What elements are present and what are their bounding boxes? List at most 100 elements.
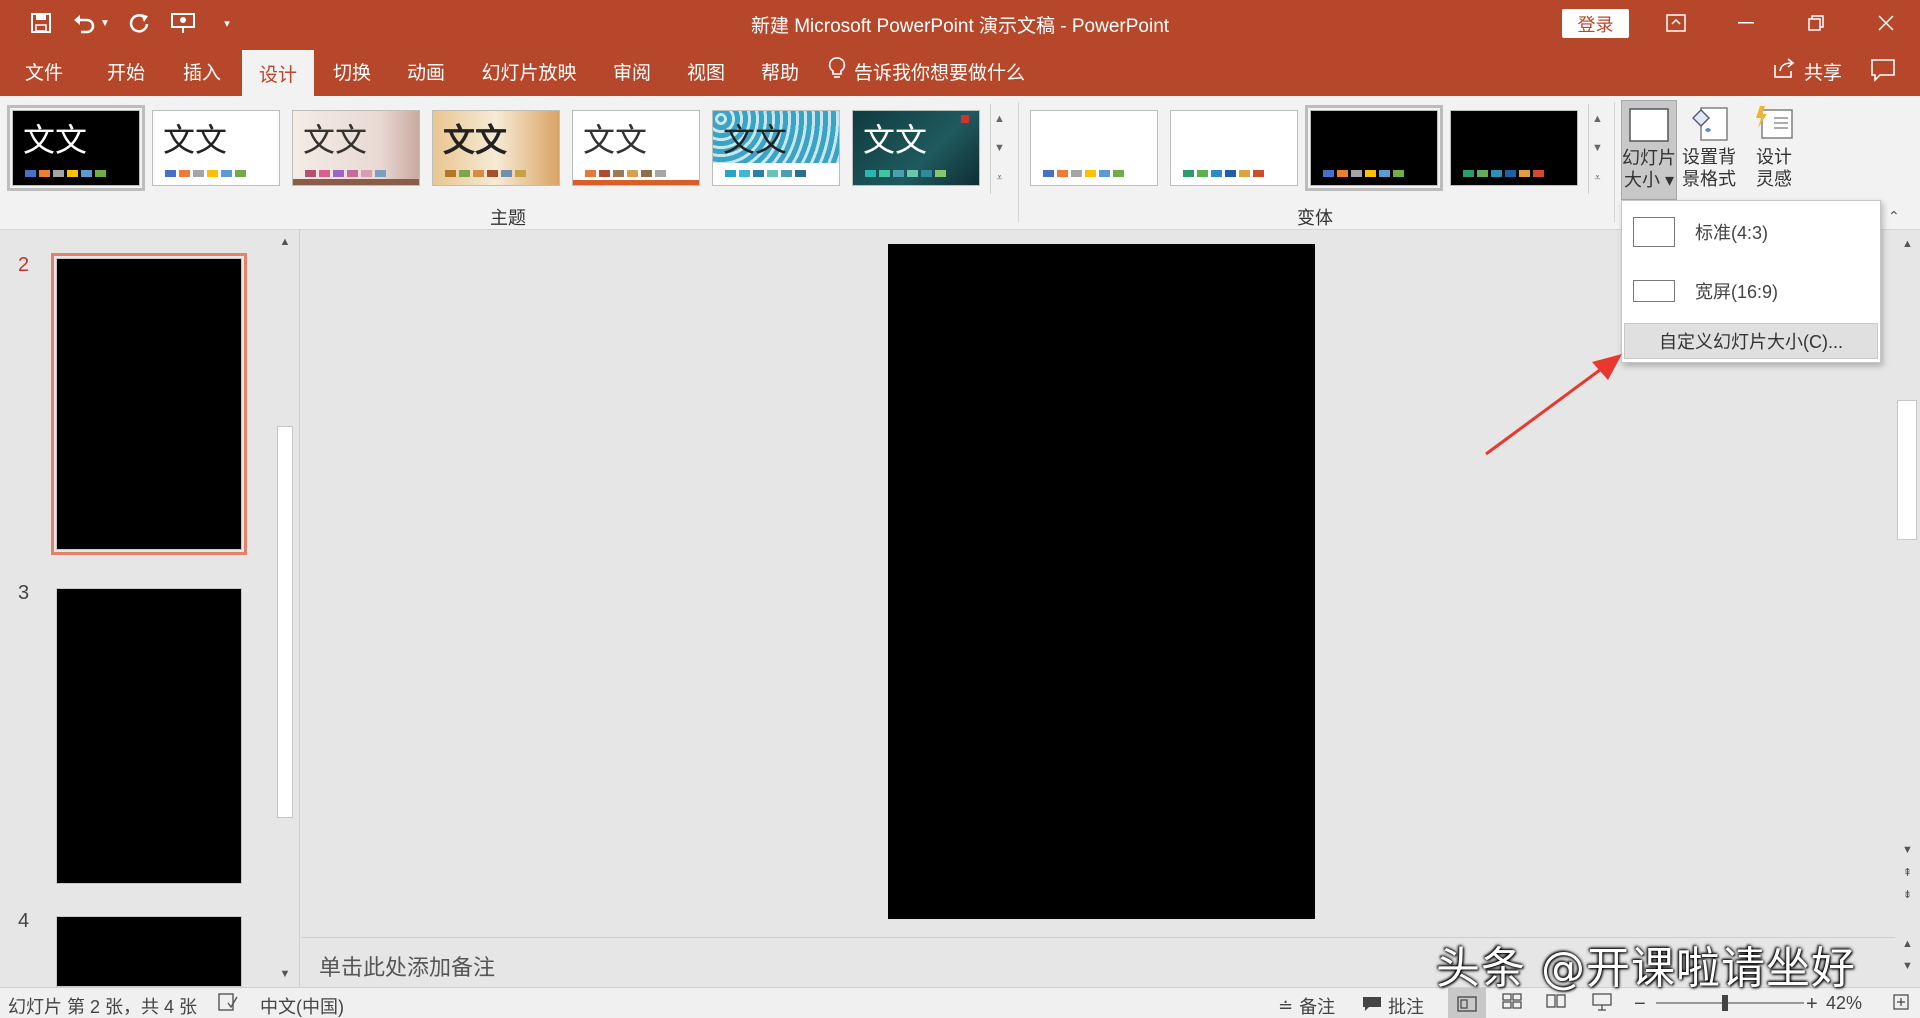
scroll-down-icon[interactable]: ▼ — [1895, 956, 1920, 976]
more-themes-icon[interactable]: ⩡ — [996, 172, 1002, 185]
spellcheck-icon[interactable] — [218, 993, 238, 1011]
variant-1[interactable] — [1030, 110, 1158, 186]
slide-number: 2 — [18, 254, 30, 276]
slide-thumbnail-panel: 2 3 4 ▲ ▼ — [0, 230, 300, 987]
customize-qat-icon[interactable]: ▾ — [212, 8, 242, 38]
more-variants-icon[interactable]: ⩡ — [1594, 172, 1600, 185]
ribbon-display-options-icon[interactable] — [1646, 0, 1706, 46]
slide-size-dropdown: 标准(4:3) 宽屏(16:9) 自定义幻灯片大小(C)... — [1621, 200, 1881, 363]
comment-icon — [1362, 996, 1382, 1017]
group-divider — [1614, 102, 1615, 222]
close-icon[interactable] — [1856, 0, 1916, 46]
variant-4[interactable] — [1450, 110, 1578, 186]
undo-icon[interactable] — [70, 8, 100, 38]
tab-insert[interactable]: 插入 — [168, 46, 236, 96]
scroll-up-icon[interactable]: ▲ — [1592, 113, 1603, 125]
design-ideas-icon — [1756, 106, 1793, 139]
tab-view[interactable]: 视图 — [672, 46, 740, 96]
slide-size-standard[interactable]: 标准(4:3) — [1622, 204, 1880, 260]
slide-size-button[interactable]: 幻灯片 大小 ▾ — [1621, 100, 1677, 200]
tab-home[interactable]: 开始 — [92, 46, 160, 96]
save-icon[interactable] — [26, 8, 56, 38]
window-title: 新建 Microsoft PowerPoint 演示文稿 - PowerPoin… — [750, 16, 1170, 37]
themes-gallery-scroll[interactable]: ▲ ▼ ⩡ — [990, 104, 1008, 194]
notes-icon: ≐ — [1278, 995, 1294, 1016]
slide-size-icon — [1629, 108, 1669, 142]
zoom-in-icon[interactable]: + — [1806, 993, 1818, 1016]
language-indicator[interactable]: 中文(中国) — [260, 993, 344, 1018]
scroll-up-icon[interactable]: ▲ — [274, 232, 296, 252]
share-button[interactable]: 共享 — [1772, 46, 1842, 96]
fit-slide-icon[interactable] — [1892, 993, 1910, 1011]
notes-placeholder: 单击此处添加备注 — [319, 955, 496, 980]
theme-ion[interactable]: 文文 — [572, 110, 700, 186]
zoom-level[interactable]: 42% — [1826, 993, 1862, 1014]
tab-help[interactable]: 帮助 — [746, 46, 814, 96]
theme-wood[interactable]: 文文 — [432, 110, 560, 186]
scrollbar-thumb[interactable] — [277, 426, 293, 818]
zoom-out-icon[interactable]: − — [1634, 993, 1646, 1016]
scroll-up-icon[interactable]: ▲ — [994, 113, 1005, 125]
ribbon-tabs: 文件 开始 插入 设计 切换 动画 幻灯片放映 审阅 视图 帮助 告诉我你想要做… — [0, 46, 1920, 96]
red-arrow-annotation — [1485, 354, 1622, 456]
tab-file[interactable]: 文件 — [10, 46, 78, 96]
widescreen-ratio-icon — [1633, 280, 1675, 302]
custom-slide-size[interactable]: 自定义幻灯片大小(C)... — [1624, 323, 1878, 359]
tell-me-text: 告诉我你想要做什么 — [854, 62, 1026, 84]
slide-size-widescreen[interactable]: 宽屏(16:9) — [1622, 263, 1880, 319]
design-ideas-button[interactable]: 设计 灵感 — [1744, 100, 1804, 200]
tab-review[interactable]: 审阅 — [598, 46, 666, 96]
editor-scrollbar[interactable]: ▲ ▼ ⇞ ⇟ ▲ ▼ — [1895, 230, 1920, 987]
zoom-slider[interactable] — [1656, 995, 1804, 1011]
zoom-slider-thumb[interactable] — [1722, 995, 1728, 1011]
share-label: 共享 — [1804, 62, 1843, 84]
scroll-down-icon[interactable]: ▼ — [994, 142, 1005, 154]
variants-group-label: 变体 — [1297, 208, 1333, 228]
theme-facet[interactable]: 文文 — [292, 110, 420, 186]
collapse-ribbon-icon[interactable]: ⌃ — [1888, 208, 1900, 225]
slide-number: 3 — [18, 582, 30, 604]
tell-me-search[interactable]: 告诉我你想要做什么 — [828, 46, 1025, 96]
theme-office[interactable]: 文文 — [152, 110, 280, 186]
slide-thumbnail-4[interactable] — [56, 916, 242, 987]
slide-thumbnail-2[interactable] — [51, 253, 247, 555]
scroll-down-icon[interactable]: ▼ — [1895, 840, 1920, 860]
themes-group-label: 主题 — [490, 208, 526, 228]
tab-design[interactable]: 设计 — [242, 50, 314, 96]
standard-ratio-icon — [1633, 217, 1675, 247]
share-icon — [1772, 57, 1796, 85]
notes-toggle[interactable]: ≐ 备注 — [1278, 993, 1335, 1018]
scroll-down-icon[interactable]: ▼ — [1592, 142, 1603, 154]
variants-gallery-scroll[interactable]: ▲ ▼ ⩡ — [1588, 104, 1606, 194]
scroll-down-icon[interactable]: ▼ — [274, 964, 296, 984]
title-bar: ▼ ▾ 新建 Microsoft PowerPoint 演示文稿 - Power… — [0, 0, 1920, 46]
restore-icon[interactable] — [1786, 0, 1846, 46]
scroll-up-icon[interactable]: ▲ — [1895, 934, 1920, 954]
slide-canvas[interactable] — [888, 244, 1315, 919]
thumbnail-scrollbar[interactable]: ▲ ▼ — [274, 230, 296, 987]
login-button[interactable]: 登录 — [1562, 9, 1629, 38]
format-background-icon — [1692, 107, 1728, 141]
redo-icon[interactable] — [124, 8, 154, 38]
scrollbar-thumb[interactable] — [1897, 400, 1917, 540]
present-icon[interactable] — [168, 8, 198, 38]
minimize-icon[interactable] — [1716, 0, 1776, 46]
previous-slide-icon[interactable]: ⇞ — [1895, 862, 1920, 882]
tab-animations[interactable]: 动画 — [392, 46, 460, 96]
slide-number: 4 — [18, 910, 30, 932]
undo-dropdown-icon[interactable]: ▼ — [98, 8, 112, 38]
theme-teal[interactable]: 文文 — [852, 110, 980, 186]
variant-2[interactable] — [1170, 110, 1298, 186]
tab-transitions[interactable]: 切换 — [318, 46, 386, 96]
format-background-button[interactable]: 设置背 景格式 — [1680, 100, 1738, 200]
comments-toggle[interactable]: 批注 — [1362, 993, 1424, 1018]
next-slide-icon[interactable]: ⇟ — [1895, 884, 1920, 904]
slide-thumbnail-3[interactable] — [56, 588, 242, 884]
comment-icon[interactable] — [1870, 58, 1896, 84]
scroll-up-icon[interactable]: ▲ — [1895, 234, 1920, 254]
theme-office-dark[interactable]: 文文 — [7, 105, 145, 191]
variant-3[interactable] — [1305, 105, 1443, 191]
lightbulb-icon — [828, 56, 846, 86]
tab-slideshow[interactable]: 幻灯片放映 — [474, 46, 584, 96]
theme-pattern[interactable]: 文文 — [712, 110, 840, 186]
